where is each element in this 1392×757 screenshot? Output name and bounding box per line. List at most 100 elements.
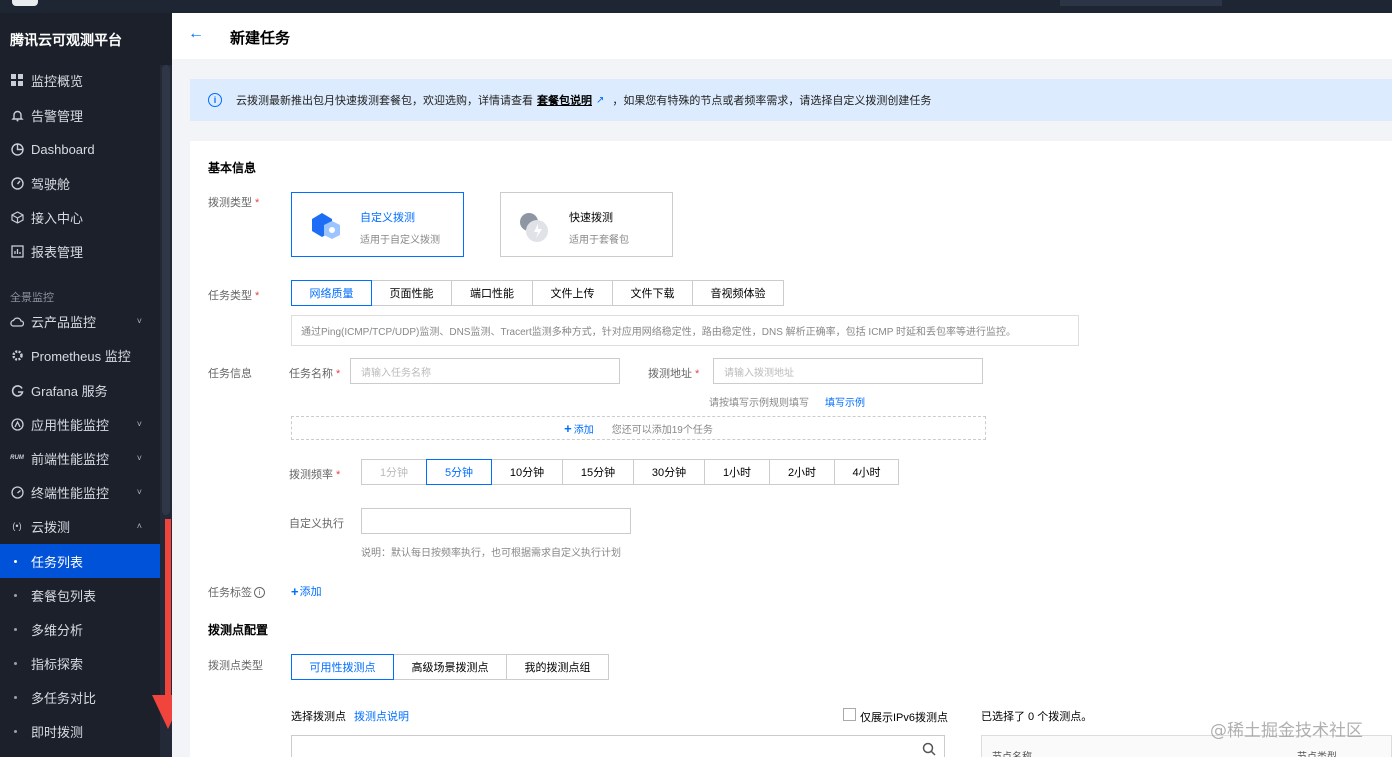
selected-count-text: 已选择了 0 个拨测点。 <box>981 711 1093 723</box>
probe-icon: (•) <box>10 519 24 533</box>
sidebar-item-prometheus[interactable]: Prometheus 监控 <box>0 338 160 372</box>
probe-type-quick-card[interactable]: 快速拨测 适用于套餐包 <box>500 192 673 257</box>
sidebar-subitem-label: 指标探索 <box>31 656 84 672</box>
probe-point-type-selector: 可用性拨测点 高级场景拨测点 我的拨测点组 <box>291 654 609 680</box>
freq-30min[interactable]: 30分钟 <box>633 459 705 485</box>
custom-exec-input[interactable] <box>361 508 631 534</box>
sidebar-item-alarm[interactable]: 告警管理 <box>0 98 160 132</box>
chevron-up-icon: ˄ <box>136 521 142 531</box>
frequency-selector: 1分钟 5分钟 10分钟 15分钟 30分钟 1小时 2小时 4小时 <box>361 459 899 485</box>
info-icon: i <box>208 93 222 107</box>
probe-address-label: 拨测地址 * <box>648 368 700 380</box>
ipv6-only-checkbox[interactable] <box>843 708 856 721</box>
sidebar-item-cloud-probe[interactable]: (•) 云拨测 ˄ <box>0 509 160 543</box>
search-icon[interactable] <box>922 742 936 756</box>
logo[interactable] <box>12 0 38 6</box>
sidebar-item-apm[interactable]: 应用性能监控 ˅ <box>0 407 160 441</box>
task-name-input[interactable]: 请输入任务名称 <box>350 358 620 384</box>
sidebar-item-terminal[interactable]: 终端性能监控 ˅ <box>0 475 160 509</box>
section-title-probe-config: 拨测点配置 <box>208 623 269 637</box>
probe-address-input[interactable]: 请输入拨测地址 <box>713 358 983 384</box>
add-label: 添加 <box>573 424 594 436</box>
notice-text: 云拨测最新推出包月快速拨测套餐包，欢迎选购，详情请查看 <box>236 95 533 107</box>
sidebar-subitem-label: 多任务对比 <box>31 690 97 706</box>
grid-icon <box>10 73 24 87</box>
sidebar-item-label: Dashboard <box>31 141 95 157</box>
gauge-icon <box>10 176 24 190</box>
sidebar-subitem-label: 套餐包列表 <box>31 588 97 604</box>
freq-15min[interactable]: 15分钟 <box>562 459 634 485</box>
task-type-network[interactable]: 网络质量 <box>291 280 372 306</box>
info-circle-icon[interactable]: i <box>254 586 265 598</box>
freq-5min[interactable]: 5分钟 <box>426 459 492 485</box>
address-example-link[interactable]: 填写示例 <box>825 394 865 409</box>
select-points-label: 选择拨测点 <box>291 711 346 723</box>
apm-icon <box>10 417 24 431</box>
sidebar-item-label: 驾驶舱 <box>31 176 71 192</box>
sidebar-subitem-task-list[interactable]: 任务列表 <box>0 544 160 578</box>
sidebar-item-label: 应用性能监控 <box>31 417 110 433</box>
add-task-button[interactable]: + 添加 您还可以添加19个任务 <box>291 416 986 440</box>
sidebar-item-cockpit[interactable]: 驾驶舱 <box>0 166 160 200</box>
sidebar-subitem-package-list[interactable]: 套餐包列表 <box>0 578 160 612</box>
table-header-node-type: 节点类型 <box>1297 748 1337 757</box>
task-type-label: 任务类型 * <box>208 290 260 302</box>
sidebar-subitem-task-compare[interactable]: 多任务对比 <box>0 680 160 714</box>
add-tag-button[interactable]: + 添加 <box>291 583 322 599</box>
sidebar: 腾讯云可观测平台 监控概览 告警管理 Dashboard 驾驶舱 接入中心 报表… <box>0 13 172 757</box>
ipv6-only-label: 仅展示IPv6拨测点 <box>860 712 949 724</box>
plus-icon: + <box>291 583 299 599</box>
task-info-label: 任务信息 <box>208 368 252 380</box>
sidebar-subitem-instant-probe[interactable]: 即时拨测 <box>0 714 160 748</box>
sidebar-item-dashboard[interactable]: Dashboard <box>0 132 160 166</box>
freq-1h[interactable]: 1小时 <box>704 459 770 485</box>
freq-1min: 1分钟 <box>361 459 427 485</box>
probe-point-advanced[interactable]: 高级场景拨测点 <box>393 654 507 680</box>
freq-4h[interactable]: 4小时 <box>834 459 899 485</box>
frequency-label: 拨测频率 * <box>289 469 341 481</box>
probe-point-my-group[interactable]: 我的拨测点组 <box>506 654 609 680</box>
probe-glyph: (•) <box>12 521 22 531</box>
freq-10min[interactable]: 10分钟 <box>491 459 563 485</box>
sidebar-item-rum[interactable]: RUM 前端性能监控 ˅ <box>0 441 160 475</box>
scroll-thumb[interactable] <box>162 65 170 515</box>
task-type-download[interactable]: 文件下载 <box>612 280 693 306</box>
sidebar-subitem-metric-explore[interactable]: 指标探索 <box>0 646 160 680</box>
bullet-icon <box>14 559 17 563</box>
form-card: 基本信息 拨测类型 * 自定义拨测 适用于自定义拨测 快速拨测 适用于套餐包 任务… <box>190 141 1392 757</box>
task-type-upload[interactable]: 文件上传 <box>532 280 613 306</box>
custom-probe-icon <box>312 213 340 239</box>
bullet-icon <box>14 729 17 733</box>
sidebar-item-grafana[interactable]: Grafana 服务 <box>0 373 160 407</box>
task-type-port[interactable]: 端口性能 <box>451 280 533 306</box>
sidebar-item-overview[interactable]: 监控概览 <box>0 63 160 97</box>
task-type-av[interactable]: 音视频体验 <box>692 280 784 306</box>
main-content: ← 新建任务 i 云拨测最新推出包月快速拨测套餐包，欢迎选购，详情请查看 套餐包… <box>172 13 1392 757</box>
plus-icon: + <box>564 420 572 436</box>
probe-type-custom-card[interactable]: 自定义拨测 适用于自定义拨测 <box>291 192 464 257</box>
task-type-page[interactable]: 页面性能 <box>371 280 452 306</box>
points-doc-link[interactable]: 拨测点说明 <box>354 708 409 724</box>
external-link-icon[interactable]: ↗ <box>596 95 604 106</box>
freq-2h[interactable]: 2小时 <box>769 459 835 485</box>
bullet-icon <box>14 695 17 699</box>
probe-point-search-input[interactable] <box>291 735 945 757</box>
package-doc-link[interactable]: 套餐包说明 <box>537 92 592 108</box>
probe-point-availability[interactable]: 可用性拨测点 <box>291 654 394 680</box>
probe-point-type-label: 拨测点类型 <box>208 660 263 672</box>
sidebar-item-label: Grafana 服务 <box>31 383 108 399</box>
back-arrow-icon[interactable]: ← <box>188 25 204 43</box>
sidebar-item-access[interactable]: 接入中心 <box>0 200 160 234</box>
sidebar-subitem-multidim-analysis[interactable]: 多维分析 <box>0 612 160 646</box>
sidebar-item-label: 监控概览 <box>31 73 84 89</box>
page-header: ← 新建任务 <box>172 13 1392 59</box>
sidebar-item-report[interactable]: 报表管理 <box>0 234 160 268</box>
info-notice: i 云拨测最新推出包月快速拨测套餐包，欢迎选购，详情请查看 套餐包说明 ↗ ，如… <box>190 79 1392 121</box>
address-hint: 请按填写示例规则填写 <box>709 398 809 409</box>
add-hint: 您还可以添加19个任务 <box>611 424 713 436</box>
section-label: 全景监控 <box>10 292 54 304</box>
top-navigation-bar <box>0 0 1392 13</box>
sidebar-item-cloud-monitor[interactable]: 云产品监控 ˅ <box>0 304 160 338</box>
global-search[interactable] <box>1060 0 1222 6</box>
task-tag-label: 任务标签 i <box>208 584 265 600</box>
